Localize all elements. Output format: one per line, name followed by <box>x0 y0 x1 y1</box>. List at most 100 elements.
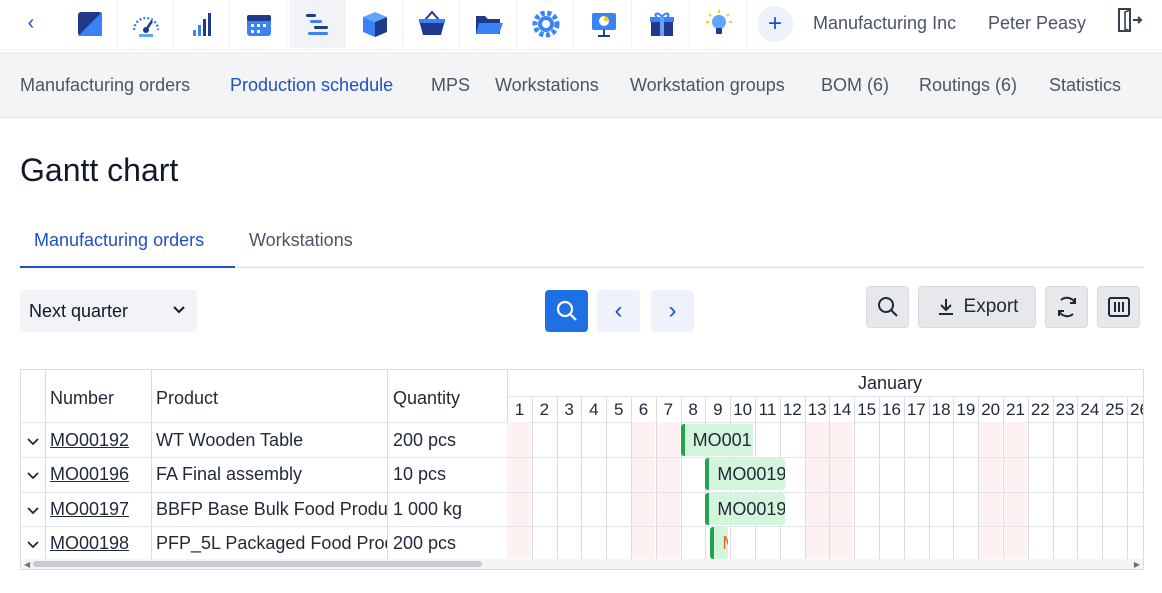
day-tick-label: 20 <box>981 400 1001 419</box>
day-tick-label: 3 <box>564 400 574 419</box>
expand-row-icon[interactable] <box>26 469 40 483</box>
app-purchasing[interactable] <box>461 0 517 48</box>
day-tick-label: 23 <box>1055 400 1075 419</box>
column-header-product[interactable]: Product <box>156 388 218 409</box>
scroll-left-icon[interactable]: ◀ <box>24 560 30 569</box>
view-tabs: Manufacturing orders Workstations <box>20 222 1144 268</box>
day-tick-label: 18 <box>931 400 951 419</box>
chevron-left-icon: ‹ <box>614 297 623 324</box>
table-row[interactable]: MO00198 PFP_5L Packaged Food Product 5L 20… <box>21 526 1143 560</box>
columns-button[interactable] <box>1097 286 1140 328</box>
gift-icon <box>649 12 674 36</box>
active-tab-indicator <box>20 266 235 268</box>
period-select-value: Next quarter <box>29 300 129 321</box>
export-button[interactable]: Export <box>918 286 1036 328</box>
nav-routings[interactable]: Routings (6) <box>919 75 1017 96</box>
signal-bars-icon <box>192 13 211 36</box>
order-number-link[interactable]: MO00197 <box>50 499 148 520</box>
quantity-cell: 1 000 kg <box>393 498 463 519</box>
plus-icon: + <box>767 10 782 37</box>
day-tick-label: 22 <box>1030 400 1050 419</box>
next-period-button[interactable]: › <box>651 290 694 332</box>
page-title: Gantt chart <box>20 152 179 188</box>
nav-manufacturing-orders[interactable]: Manufacturing orders <box>20 75 190 96</box>
day-tick-label: 12 <box>782 400 802 419</box>
day-tick-label: 7 <box>663 400 674 419</box>
scroll-right-icon[interactable]: ▶ <box>1134 560 1140 569</box>
product-cell: WT Wooden Table <box>156 430 304 450</box>
filter-search-button[interactable] <box>866 286 909 328</box>
previous-period-button[interactable]: ‹ <box>597 290 640 332</box>
app-analytics[interactable] <box>174 0 230 48</box>
app-ideas[interactable] <box>691 0 747 48</box>
timeline-month-label: January <box>858 373 923 393</box>
user-name[interactable]: Peter Peasy <box>988 13 1086 34</box>
scrollbar-thumb[interactable] <box>33 561 482 567</box>
app-reports[interactable] <box>576 0 632 48</box>
settings-gear-icon <box>532 10 559 38</box>
day-tick-label: 14 <box>832 400 852 419</box>
day-tick-label: 21 <box>1006 400 1025 419</box>
company-name[interactable]: Manufacturing Inc <box>813 13 956 34</box>
order-number-link[interactable]: MO00196 <box>50 464 148 485</box>
gantt-bar[interactable]: M <box>710 526 728 559</box>
gantt-bar[interactable]: MO0019 <box>705 458 785 491</box>
nav-workstations[interactable]: Workstations <box>495 75 599 96</box>
search-icon <box>556 300 577 321</box>
nav-workstation-groups[interactable]: Workstation groups <box>630 75 785 96</box>
order-number-link[interactable]: MO00198 <box>50 533 148 554</box>
period-select[interactable]: Next quarter <box>20 290 197 332</box>
dashboard-gauge-icon <box>132 16 159 37</box>
chevron-right-icon: › <box>668 297 677 324</box>
export-label: Export <box>963 296 1019 317</box>
tab-workstations[interactable]: Workstations <box>249 230 353 251</box>
product-cell: BBFP Base Bulk Food Product <box>156 498 387 519</box>
refresh-button[interactable] <box>1045 286 1088 328</box>
app-sales[interactable] <box>404 0 460 48</box>
day-tick-label: 1 <box>514 400 525 419</box>
sales-basket-icon <box>418 10 445 35</box>
day-tick-label: 8 <box>688 400 698 419</box>
order-number-link[interactable]: MO00192 <box>50 430 148 451</box>
nav-statistics[interactable]: Statistics <box>1049 75 1121 96</box>
app-logo[interactable] <box>62 0 118 48</box>
column-header-quantity[interactable]: Quantity <box>393 388 460 409</box>
expand-row-icon[interactable] <box>26 504 40 518</box>
table-row[interactable]: MO00192 WT Wooden Table 200 pcs MO001 <box>21 423 1143 457</box>
product-cell: PFP_5L Packaged Food Product 5L <box>156 532 387 553</box>
app-dashboard[interactable] <box>118 0 174 48</box>
logo-icon <box>77 12 102 36</box>
horizontal-scrollbar[interactable]: ◀ ▶ <box>21 559 1143 569</box>
add-button[interactable]: + <box>757 6 793 42</box>
quantity-cell: 200 pcs <box>393 532 457 553</box>
tab-manufacturing-orders[interactable]: Manufacturing orders <box>34 230 204 251</box>
search-button[interactable] <box>545 290 588 332</box>
section-nav: Manufacturing orders Production schedule… <box>0 52 1162 118</box>
expand-row-icon[interactable] <box>26 435 40 449</box>
day-tick-label: 13 <box>807 400 827 419</box>
download-icon <box>938 299 953 315</box>
chevron-left-icon: ‹ <box>27 11 35 34</box>
nav-mps[interactable]: MPS <box>431 75 470 96</box>
app-calendar[interactable] <box>231 0 287 48</box>
lightbulb-icon <box>705 10 732 34</box>
table-row[interactable]: MO00197 BBFP Base Bulk Food Product 1 000 … <box>21 492 1143 526</box>
gantt-bar[interactable]: MO0019 <box>705 492 785 525</box>
expand-row-icon[interactable] <box>26 538 40 552</box>
table-row[interactable]: MO00196 FA Final assembly 10 pcs MO0019 <box>21 457 1143 491</box>
logout-icon[interactable] <box>1115 6 1143 34</box>
app-inventory[interactable] <box>347 0 403 48</box>
app-settings[interactable] <box>518 0 574 48</box>
product-cell: FA Final assembly <box>156 464 303 485</box>
nav-bom[interactable]: BOM (6) <box>821 75 889 96</box>
quantity-cell: 200 pcs <box>393 430 457 450</box>
purchasing-folder-icon <box>475 16 503 34</box>
back-button[interactable]: ‹ <box>14 8 48 38</box>
day-tick-label: 15 <box>857 400 877 419</box>
column-header-number[interactable]: Number <box>50 388 114 409</box>
gantt-bar[interactable]: MO001 <box>680 424 753 456</box>
nav-production-schedule[interactable]: Production schedule <box>230 75 393 96</box>
app-production[interactable] <box>290 0 346 48</box>
app-gifts[interactable] <box>634 0 690 48</box>
reports-presentation-icon <box>591 13 616 37</box>
